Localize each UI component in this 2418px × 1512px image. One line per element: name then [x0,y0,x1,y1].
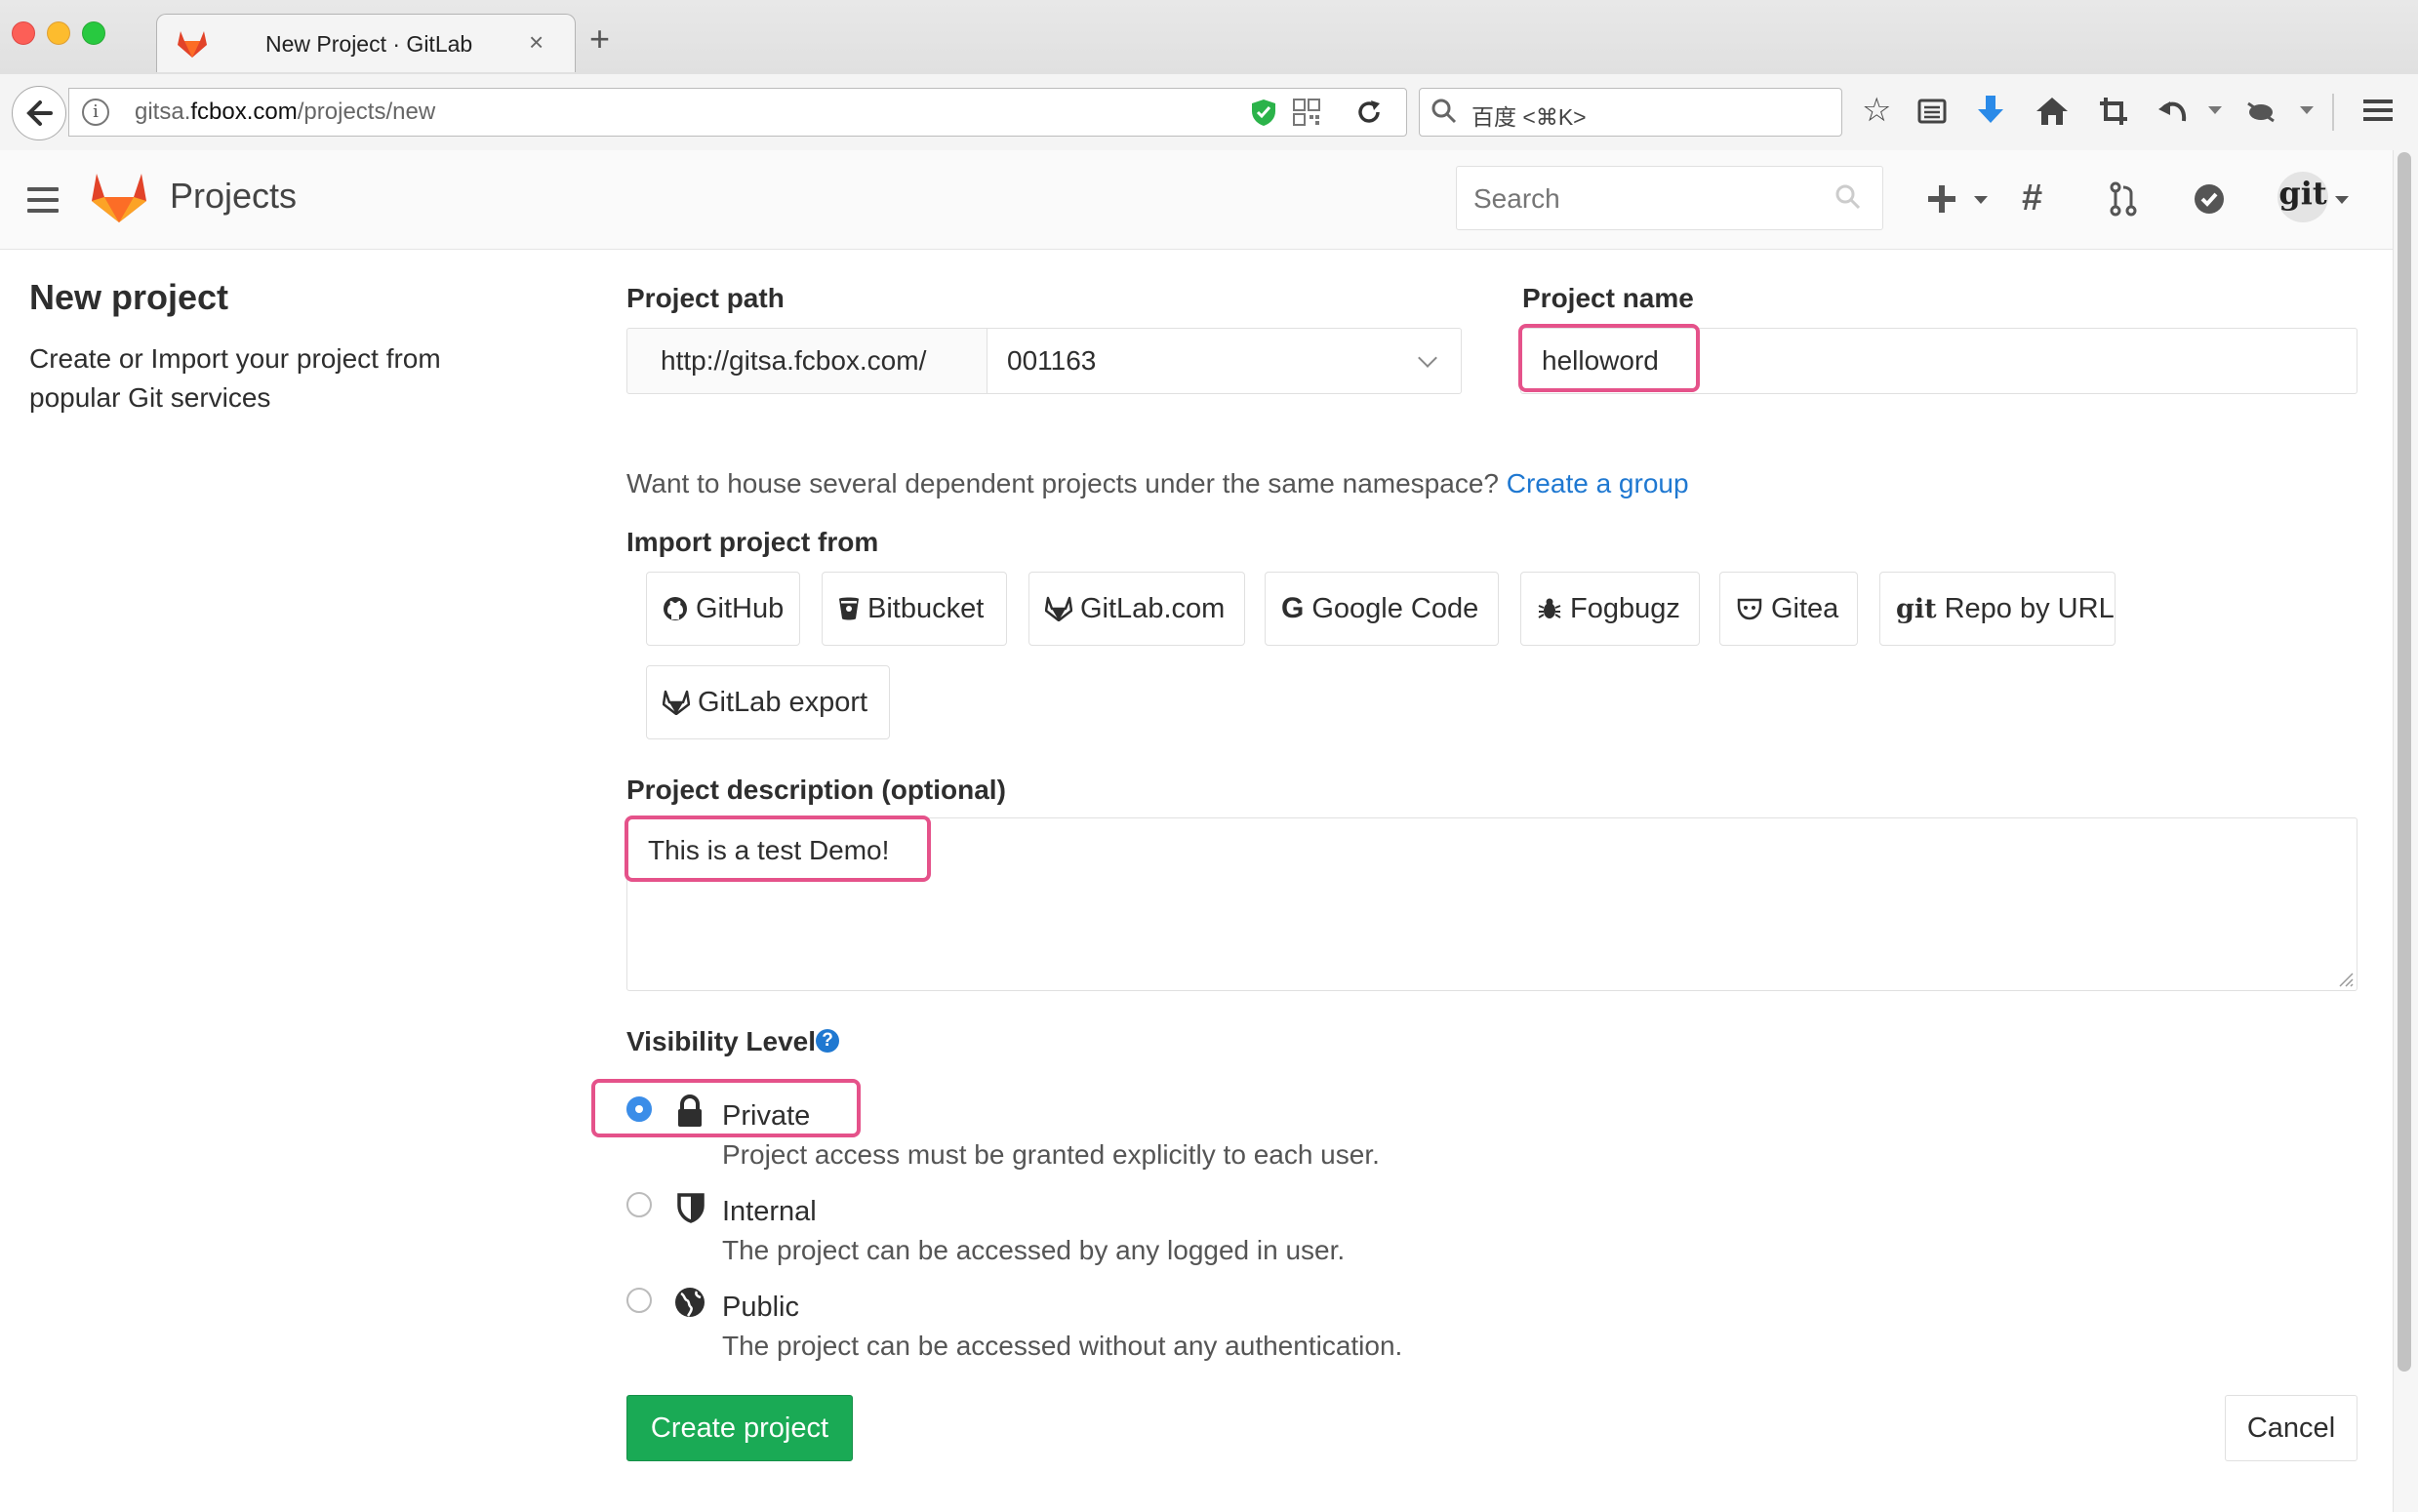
import-fogbugz-button[interactable]: Fogbugz [1520,572,1700,646]
download-icon[interactable] [1975,94,2006,127]
chevron-down-icon[interactable] [2207,105,2223,115]
highlight-annotation [625,816,931,882]
google-icon: G [1281,592,1305,624]
project-path-prefix: http://gitsa.fcbox.com/ [626,328,987,394]
bitbucket-icon [839,597,859,620]
visibility-internal-radio[interactable] [626,1192,652,1217]
tab-close-icon[interactable]: × [529,27,544,58]
menu-icon[interactable] [2361,96,2395,125]
import-gitlab-export-button[interactable]: GitLab export [646,665,890,739]
header-title[interactable]: Projects [170,176,297,217]
window-minimize-button[interactable] [47,21,70,45]
search-input[interactable] [1473,183,1825,215]
import-source-label: GitHub [696,592,785,624]
avatar[interactable]: git [2277,172,2328,222]
merge-request-icon[interactable] [2108,181,2139,217]
import-bitbucket-button[interactable]: Bitbucket [822,572,1007,646]
visibility-public-title[interactable]: Public [722,1292,799,1324]
gitlab-icon [663,690,690,715]
browser-search-placeholder: 百度 <⌘K> [1471,104,1587,130]
qr-code-icon[interactable] [1292,98,1321,127]
search-icon [1431,99,1457,124]
gitea-icon [1737,598,1762,620]
cancel-button[interactable]: Cancel [2225,1395,2358,1461]
chevron-down-icon[interactable] [2299,105,2315,115]
tab-title: New Project · GitLab [265,31,473,57]
github-icon [664,597,687,620]
undo-icon[interactable] [2156,96,2190,127]
scrollbar-thumb[interactable] [2398,152,2411,1372]
url-text[interactable]: gitsa.fcbox.com/projects/new [135,99,435,126]
bug-icon [1538,598,1561,618]
plus-icon[interactable] [1926,183,1957,215]
gitlab-icon [1045,596,1072,621]
todo-check-icon[interactable] [2194,183,2225,215]
import-source-label: Google Code [1311,592,1479,624]
bookmark-star-icon[interactable]: ☆ [1862,94,1891,127]
import-source-label: Fogbugz [1570,592,1680,624]
window-close-button[interactable] [12,21,35,45]
import-label: Import project from [626,527,879,557]
reading-list-icon[interactable] [1916,96,1948,127]
issues-hash-icon[interactable]: # [2022,179,2042,217]
git-icon: git [1896,593,1937,624]
chevron-down-icon[interactable] [2334,195,2350,205]
extension-icon[interactable] [2244,96,2277,127]
home-icon[interactable] [2035,96,2069,127]
reload-icon[interactable] [1354,98,1384,127]
create-group-link[interactable]: Create a group [1507,468,1689,498]
visibility-internal-title[interactable]: Internal [722,1196,817,1228]
back-button[interactable] [12,86,66,140]
namespace-select[interactable]: 001163 [987,328,1462,394]
gitlab-logo-icon[interactable] [90,170,148,224]
import-gitea-button[interactable]: Gitea [1719,572,1858,646]
new-tab-button[interactable]: + [589,21,610,57]
namespace-hint: Want to house several dependent projects… [626,468,1689,498]
help-icon[interactable]: ? [816,1029,839,1053]
import-gitlab-com-button[interactable]: GitLab.com [1028,572,1245,646]
visibility-level-label: Visibility Level [626,1026,817,1056]
toolbar-divider [2332,94,2334,131]
project-path-label: Project path [626,283,785,313]
gitlab-favicon-icon [178,31,207,58]
window-zoom-button[interactable] [82,21,105,45]
import-source-label: Gitea [1771,592,1839,624]
import-google-code-button[interactable]: G Google Code [1265,572,1499,646]
visibility-internal-desc: The project can be accessed by any logge… [722,1235,1346,1265]
arrow-left-icon [26,100,53,126]
search-icon [1835,184,1861,210]
crop-icon[interactable] [2098,96,2129,127]
project-description-label: Project description (optional) [626,775,1006,805]
import-source-label: GitLab.com [1080,592,1226,624]
shield-check-icon[interactable] [1249,98,1278,127]
visibility-private-desc: Project access must be granted explicitl… [722,1139,1380,1170]
create-project-button[interactable]: Create project [626,1395,853,1461]
chevron-down-icon[interactable] [1973,195,1989,205]
shield-icon [677,1193,705,1223]
resize-handle-icon[interactable] [2338,972,2354,987]
import-source-label: GitLab export [698,686,868,718]
project-name-label: Project name [1522,283,1694,313]
visibility-public-desc: The project can be accessed without any … [722,1331,1403,1361]
globe-icon [675,1288,705,1317]
visibility-public-radio[interactable] [626,1288,652,1313]
import-source-label: Bitbucket [867,592,985,624]
page-description: Create or Import your project from popul… [29,343,441,413]
sidebar-toggle-icon[interactable] [27,187,59,213]
import-repo-by-url-button[interactable]: git Repo by URL [1879,572,2116,646]
highlight-annotation [591,1079,861,1137]
highlight-annotation [1518,324,1700,392]
info-icon[interactable]: i [82,99,109,126]
import-source-label: Repo by URL [1944,592,2115,624]
page-title: New project [29,277,229,317]
import-github-button[interactable]: GitHub [646,572,800,646]
